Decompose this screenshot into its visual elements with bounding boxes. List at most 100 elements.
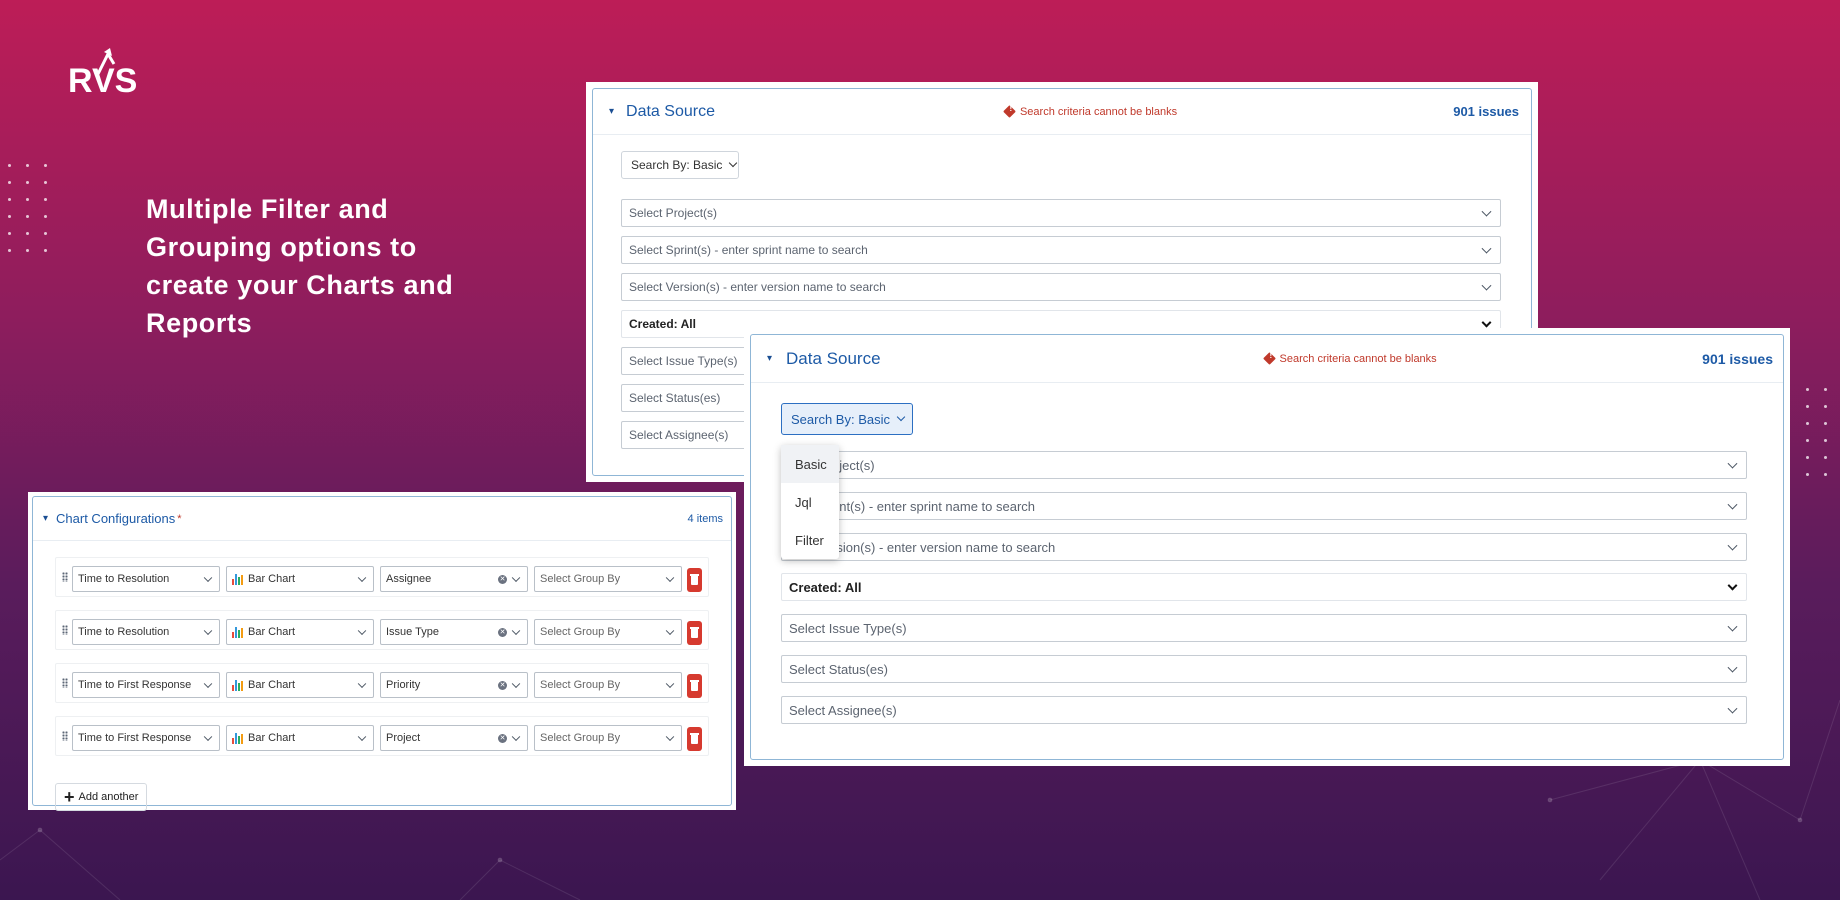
collapse-caret-icon[interactable]: ▾: [767, 353, 772, 364]
select-label: Created: All: [789, 579, 862, 595]
created-select[interactable]: Created: All: [781, 573, 1747, 601]
clear-icon[interactable]: ✕: [498, 681, 507, 690]
select-label: Select Project(s): [629, 206, 718, 220]
group-by-select[interactable]: Select Group By: [534, 672, 682, 698]
project-select[interactable]: oject(s): [781, 451, 1747, 479]
delete-icon[interactable]: [687, 568, 702, 592]
select-label: Select Assignee(s): [789, 702, 897, 718]
chevron-down-icon: [1481, 317, 1492, 328]
field-select[interactable]: Project ✕: [380, 725, 528, 751]
clear-icon[interactable]: ✕: [498, 628, 507, 637]
panel-title: Chart Configurations: [56, 511, 176, 526]
metric-select[interactable]: Time to First Response: [72, 725, 220, 751]
chevron-down-icon: [357, 626, 367, 636]
select-label: Bar Chart: [248, 732, 296, 744]
search-by-button[interactable]: Search By: Basic: [621, 151, 739, 179]
warning-icon: [1262, 352, 1276, 365]
add-another-label: Add another: [78, 791, 139, 803]
select-label: rsion(s) - enter version name to search: [832, 539, 1056, 555]
delete-icon[interactable]: [687, 674, 702, 698]
data-source-panel-front: ▾ Data Source Search criteria cannot be …: [744, 328, 1790, 766]
select-label: Select Issue Type(s): [789, 620, 907, 636]
select-label: Select Group By: [540, 573, 621, 585]
group-by-select[interactable]: Select Group By: [534, 566, 682, 592]
search-by-button[interactable]: Search By: Basic: [781, 403, 913, 435]
sprint-select[interactable]: rint(s) - enter sprint name to search: [781, 492, 1747, 520]
chart-config-row: Time to Resolution Bar Chart Assignee ✕ S…: [55, 557, 709, 597]
chevron-down-icon: [357, 679, 367, 689]
chevron-down-icon: [1727, 499, 1738, 510]
search-by-label: Search By: Basic: [631, 158, 723, 172]
drag-handle-icon[interactable]: [62, 731, 68, 741]
delete-icon[interactable]: [687, 727, 702, 751]
required-mark: *: [177, 512, 182, 525]
chart-type-select[interactable]: Bar Chart: [226, 566, 374, 592]
dropdown-option-basic[interactable]: Basic: [781, 445, 839, 483]
chart-type-select[interactable]: Bar Chart: [226, 619, 374, 645]
chevron-down-icon: [511, 679, 521, 689]
chart-type-select[interactable]: Bar Chart: [226, 672, 374, 698]
assignee-select[interactable]: Select Assignee(s): [781, 696, 1747, 724]
chevron-down-icon: [1727, 662, 1738, 673]
chart-type-select[interactable]: Bar Chart: [226, 725, 374, 751]
field-select[interactable]: Assignee ✕: [380, 566, 528, 592]
chevron-down-icon: [1481, 243, 1492, 254]
status-select[interactable]: Select Status(es): [781, 655, 1747, 683]
field-select[interactable]: Issue Type ✕: [380, 619, 528, 645]
group-by-select[interactable]: Select Group By: [534, 619, 682, 645]
sprint-select[interactable]: Select Sprint(s) - enter sprint name to …: [621, 236, 1501, 264]
warning-icon: [1003, 105, 1016, 118]
chevron-down-icon: [511, 573, 521, 583]
chart-config-row: Time to Resolution Bar Chart Issue Type ✕…: [55, 610, 709, 650]
chevron-down-icon: [1727, 540, 1738, 551]
delete-icon[interactable]: [687, 621, 702, 645]
dropdown-option-filter[interactable]: Filter: [781, 521, 839, 559]
select-label: Select Issue Type(s): [629, 354, 738, 368]
chevron-down-icon: [896, 412, 906, 422]
drag-handle-icon[interactable]: [62, 678, 68, 688]
select-label: Bar Chart: [248, 573, 296, 585]
select-label: Select Assignee(s): [629, 428, 729, 442]
warning-text: Search criteria cannot be blanks: [1019, 105, 1178, 118]
chevron-down-icon: [203, 679, 213, 689]
chevron-down-icon: [665, 573, 675, 583]
metric-select[interactable]: Time to First Response: [72, 672, 220, 698]
version-select[interactable]: rsion(s) - enter version name to search: [781, 533, 1747, 561]
dot-grid-right: [1806, 388, 1827, 476]
group-by-select[interactable]: Select Group By: [534, 725, 682, 751]
add-another-button[interactable]: + Add another: [55, 783, 148, 811]
collapse-caret-icon[interactable]: ▾: [43, 513, 48, 524]
chart-config-row: Time to First Response Bar Chart Priorit…: [55, 663, 709, 703]
chevron-down-icon: [203, 732, 213, 742]
drag-handle-icon[interactable]: [62, 572, 68, 582]
select-label: Time to First Response: [78, 732, 192, 744]
chevron-down-icon: [203, 573, 213, 583]
chevron-down-icon: [1727, 621, 1738, 632]
chevron-down-icon: [1727, 458, 1738, 469]
project-select[interactable]: Select Project(s): [621, 199, 1501, 227]
issue-type-select[interactable]: Select Issue Type(s): [781, 614, 1747, 642]
rvs-logo: RVS: [68, 48, 137, 98]
chevron-down-icon: [665, 732, 675, 742]
drag-handle-icon[interactable]: [62, 625, 68, 635]
bar-chart-icon: [232, 573, 243, 585]
dropdown-option-jql[interactable]: Jql: [781, 483, 839, 521]
metric-select[interactable]: Time to Resolution: [72, 619, 220, 645]
select-label: Bar Chart: [248, 626, 296, 638]
select-label: Select Status(es): [789, 661, 888, 677]
chevron-down-icon: [665, 679, 675, 689]
metric-select[interactable]: Time to Resolution: [72, 566, 220, 592]
issue-count: 901 issues: [1702, 350, 1773, 367]
panel-header: ▾ Chart Configurations * 4 items: [33, 497, 731, 541]
version-select[interactable]: Select Version(s) - enter version name t…: [621, 273, 1501, 301]
select-label: Select Version(s) - enter version name t…: [629, 280, 886, 294]
chevron-down-icon: [203, 626, 213, 636]
bar-chart-icon: [232, 626, 243, 638]
clear-icon[interactable]: ✕: [498, 734, 507, 743]
collapse-caret-icon[interactable]: ▾: [609, 106, 614, 117]
dot-grid-left: [8, 164, 47, 252]
clear-icon[interactable]: ✕: [498, 575, 507, 584]
chart-config-row: Time to First Response Bar Chart Project…: [55, 716, 709, 756]
field-select[interactable]: Priority ✕: [380, 672, 528, 698]
select-label: Time to Resolution: [78, 626, 170, 638]
